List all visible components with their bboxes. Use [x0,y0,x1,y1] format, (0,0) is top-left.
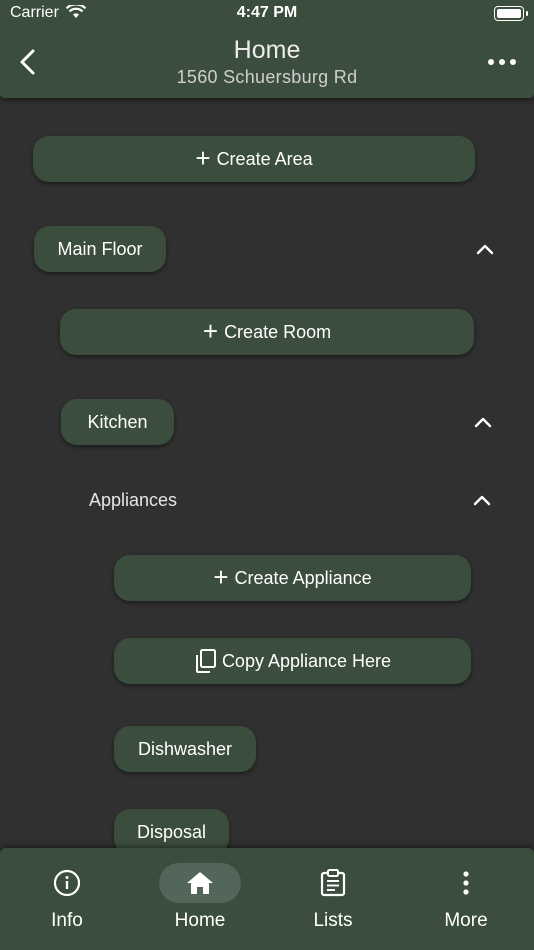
dot-icon [510,59,516,65]
nav-info[interactable]: Info [0,848,134,950]
status-bar: Carrier 4:47 PM [0,0,534,28]
nav-info-label: Info [51,910,83,931]
appliance-chip-dishwasher[interactable]: Dishwasher [114,726,256,772]
appliance-name: Dishwasher [137,738,233,759]
dot-icon [499,59,505,65]
area-chip-main-floor[interactable]: Main Floor [34,226,166,272]
nav-lists[interactable]: Lists [266,848,400,950]
create-room-label: Create Room [224,321,332,342]
main-content: + Create Area Main Floor + Create Room K… [0,98,534,850]
nav-home-label: Home [174,910,226,931]
status-time: 4:47 PM [236,4,298,21]
chevron-up-icon[interactable] [473,415,493,429]
create-area-label: Create Area [216,148,313,169]
nav-home[interactable]: Home [133,848,267,950]
nav-more-label: More [444,910,488,931]
plus-icon: + [202,316,219,346]
room-name: Kitchen [87,411,148,432]
copy-appliance-label: Copy Appliance Here [221,650,392,671]
appliances-section-label: Appliances [89,490,178,510]
create-appliance-button[interactable]: + Create Appliance [114,555,471,601]
appliance-name: Disposal [136,821,207,842]
dot-icon [488,59,494,65]
copy-icon [195,649,216,673]
copy-appliance-button[interactable]: Copy Appliance Here [114,638,471,684]
app-header: Carrier 4:47 PM Home 1560 Schuersburg Rd [0,0,534,98]
bottom-navigation: Info Home Lists More [0,848,534,950]
area-name: Main Floor [57,238,143,259]
more-vertical-icon [463,871,469,895]
create-room-button[interactable]: + Create Room [60,309,474,355]
room-chip-kitchen[interactable]: Kitchen [61,399,174,445]
info-icon [53,869,81,897]
chevron-up-icon[interactable] [475,242,495,256]
create-area-button[interactable]: + Create Area [33,136,475,182]
plus-icon: + [195,143,211,173]
nav-lists-label: Lists [313,910,353,931]
nav-more[interactable]: More [399,848,533,950]
plus-icon: + [213,562,229,592]
chevron-up-icon[interactable] [472,493,492,507]
create-appliance-label: Create Appliance [234,567,372,588]
battery-icon [494,6,528,21]
page-title: Home [233,36,301,64]
more-options-button[interactable] [488,54,516,70]
home-icon [187,872,213,894]
appliance-chip-disposal[interactable]: Disposal [114,809,229,850]
page-subtitle: 1560 Schuersburg Rd [176,67,358,87]
clipboard-icon [320,869,346,897]
